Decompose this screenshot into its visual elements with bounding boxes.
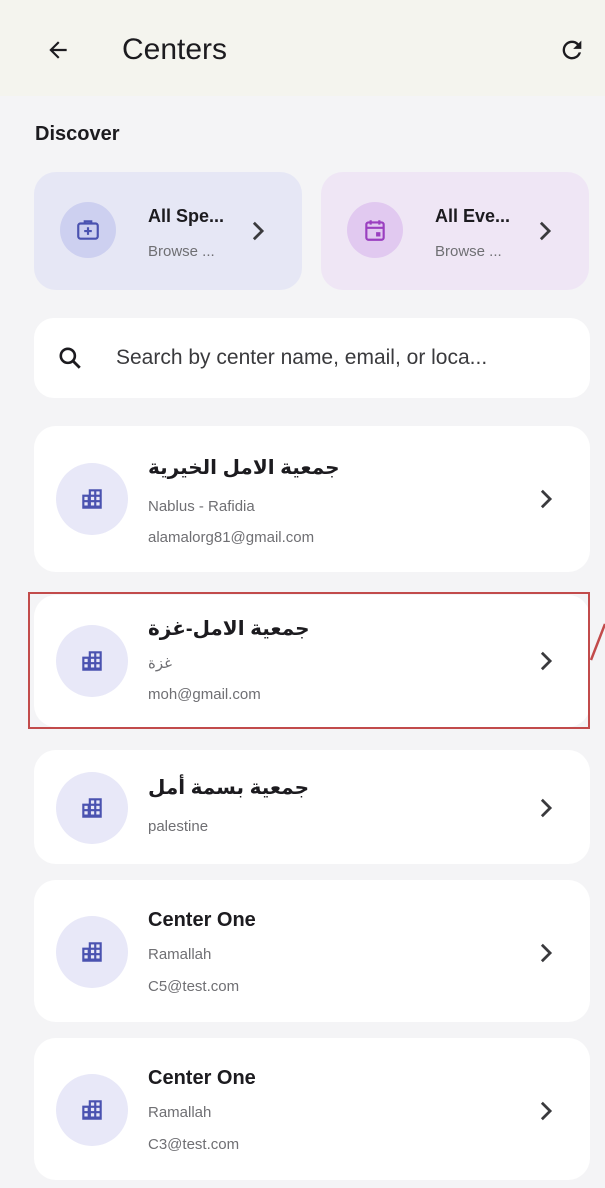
refresh-icon bbox=[562, 40, 582, 60]
back-button[interactable] bbox=[38, 30, 78, 70]
center-card[interactable]: جمعية الامل-غزة غزة moh@gmail.com bbox=[34, 595, 590, 727]
specialties-title: All Spe... bbox=[148, 206, 225, 226]
search-input[interactable] bbox=[116, 338, 582, 378]
search-bar[interactable] bbox=[34, 318, 590, 398]
center-name: جمعية الامل الخيرية bbox=[148, 457, 340, 479]
center-email: C3@test.com bbox=[148, 1136, 240, 1153]
building-icon bbox=[82, 942, 102, 962]
center-email: moh@gmail.com bbox=[148, 686, 261, 703]
refresh-button[interactable] bbox=[552, 30, 592, 70]
center-name: Center One bbox=[148, 909, 256, 931]
calendar-icon bbox=[365, 220, 385, 241]
center-location: غزة bbox=[148, 655, 172, 672]
medical-kit-icon bbox=[77, 220, 99, 240]
page-title: Centers bbox=[122, 33, 228, 66]
center-avatar bbox=[56, 463, 128, 535]
center-email: C5@test.com bbox=[148, 978, 240, 995]
discover-heading: Discover bbox=[35, 123, 120, 145]
center-location: Ramallah bbox=[148, 1104, 212, 1121]
all-events-card[interactable]: All Eve... Browse ... bbox=[321, 172, 589, 290]
events-icon-circle bbox=[347, 202, 403, 258]
building-icon bbox=[82, 1100, 102, 1120]
chevron-right-icon bbox=[534, 938, 558, 968]
center-name: جمعية الامل-غزة bbox=[148, 618, 310, 640]
center-name: Center One bbox=[148, 1067, 256, 1089]
center-card[interactable]: جمعية الامل الخيرية Nablus - Rafidia ala… bbox=[34, 426, 590, 572]
center-location: Ramallah bbox=[148, 946, 212, 963]
search-icon bbox=[54, 342, 86, 374]
chevron-right-icon bbox=[533, 216, 557, 246]
specialties-subtitle: Browse ... bbox=[148, 243, 215, 260]
center-email: alamalorg81@gmail.com bbox=[148, 529, 315, 546]
center-location: palestine bbox=[148, 818, 209, 835]
center-card[interactable]: Center One Ramallah C5@test.com bbox=[34, 880, 590, 1022]
events-title: All Eve... bbox=[435, 206, 511, 226]
chevron-right-icon bbox=[534, 484, 558, 514]
center-card[interactable]: Center One Ramallah C3@test.com bbox=[34, 1038, 590, 1180]
chevron-right-icon bbox=[246, 216, 270, 246]
building-icon bbox=[82, 651, 102, 671]
center-avatar bbox=[56, 625, 128, 697]
all-specialties-card[interactable]: All Spe... Browse ... bbox=[34, 172, 302, 290]
center-avatar bbox=[56, 1074, 128, 1146]
center-name: جمعية بسمة أمل bbox=[148, 777, 310, 799]
center-avatar bbox=[56, 916, 128, 988]
specialties-icon-circle bbox=[60, 202, 116, 258]
chevron-right-icon bbox=[534, 646, 558, 676]
chevron-right-icon bbox=[534, 793, 558, 823]
center-avatar bbox=[56, 772, 128, 844]
chevron-right-icon bbox=[534, 1096, 558, 1126]
annotation-pointer bbox=[590, 623, 605, 661]
building-icon bbox=[82, 798, 102, 818]
events-subtitle: Browse ... bbox=[435, 243, 502, 260]
center-card[interactable]: جمعية بسمة أمل palestine bbox=[34, 750, 590, 864]
app-bar: Centers bbox=[0, 0, 605, 96]
center-location: Nablus - Rafidia bbox=[148, 498, 255, 515]
building-icon bbox=[82, 489, 102, 509]
arrow-left-icon bbox=[49, 41, 67, 59]
